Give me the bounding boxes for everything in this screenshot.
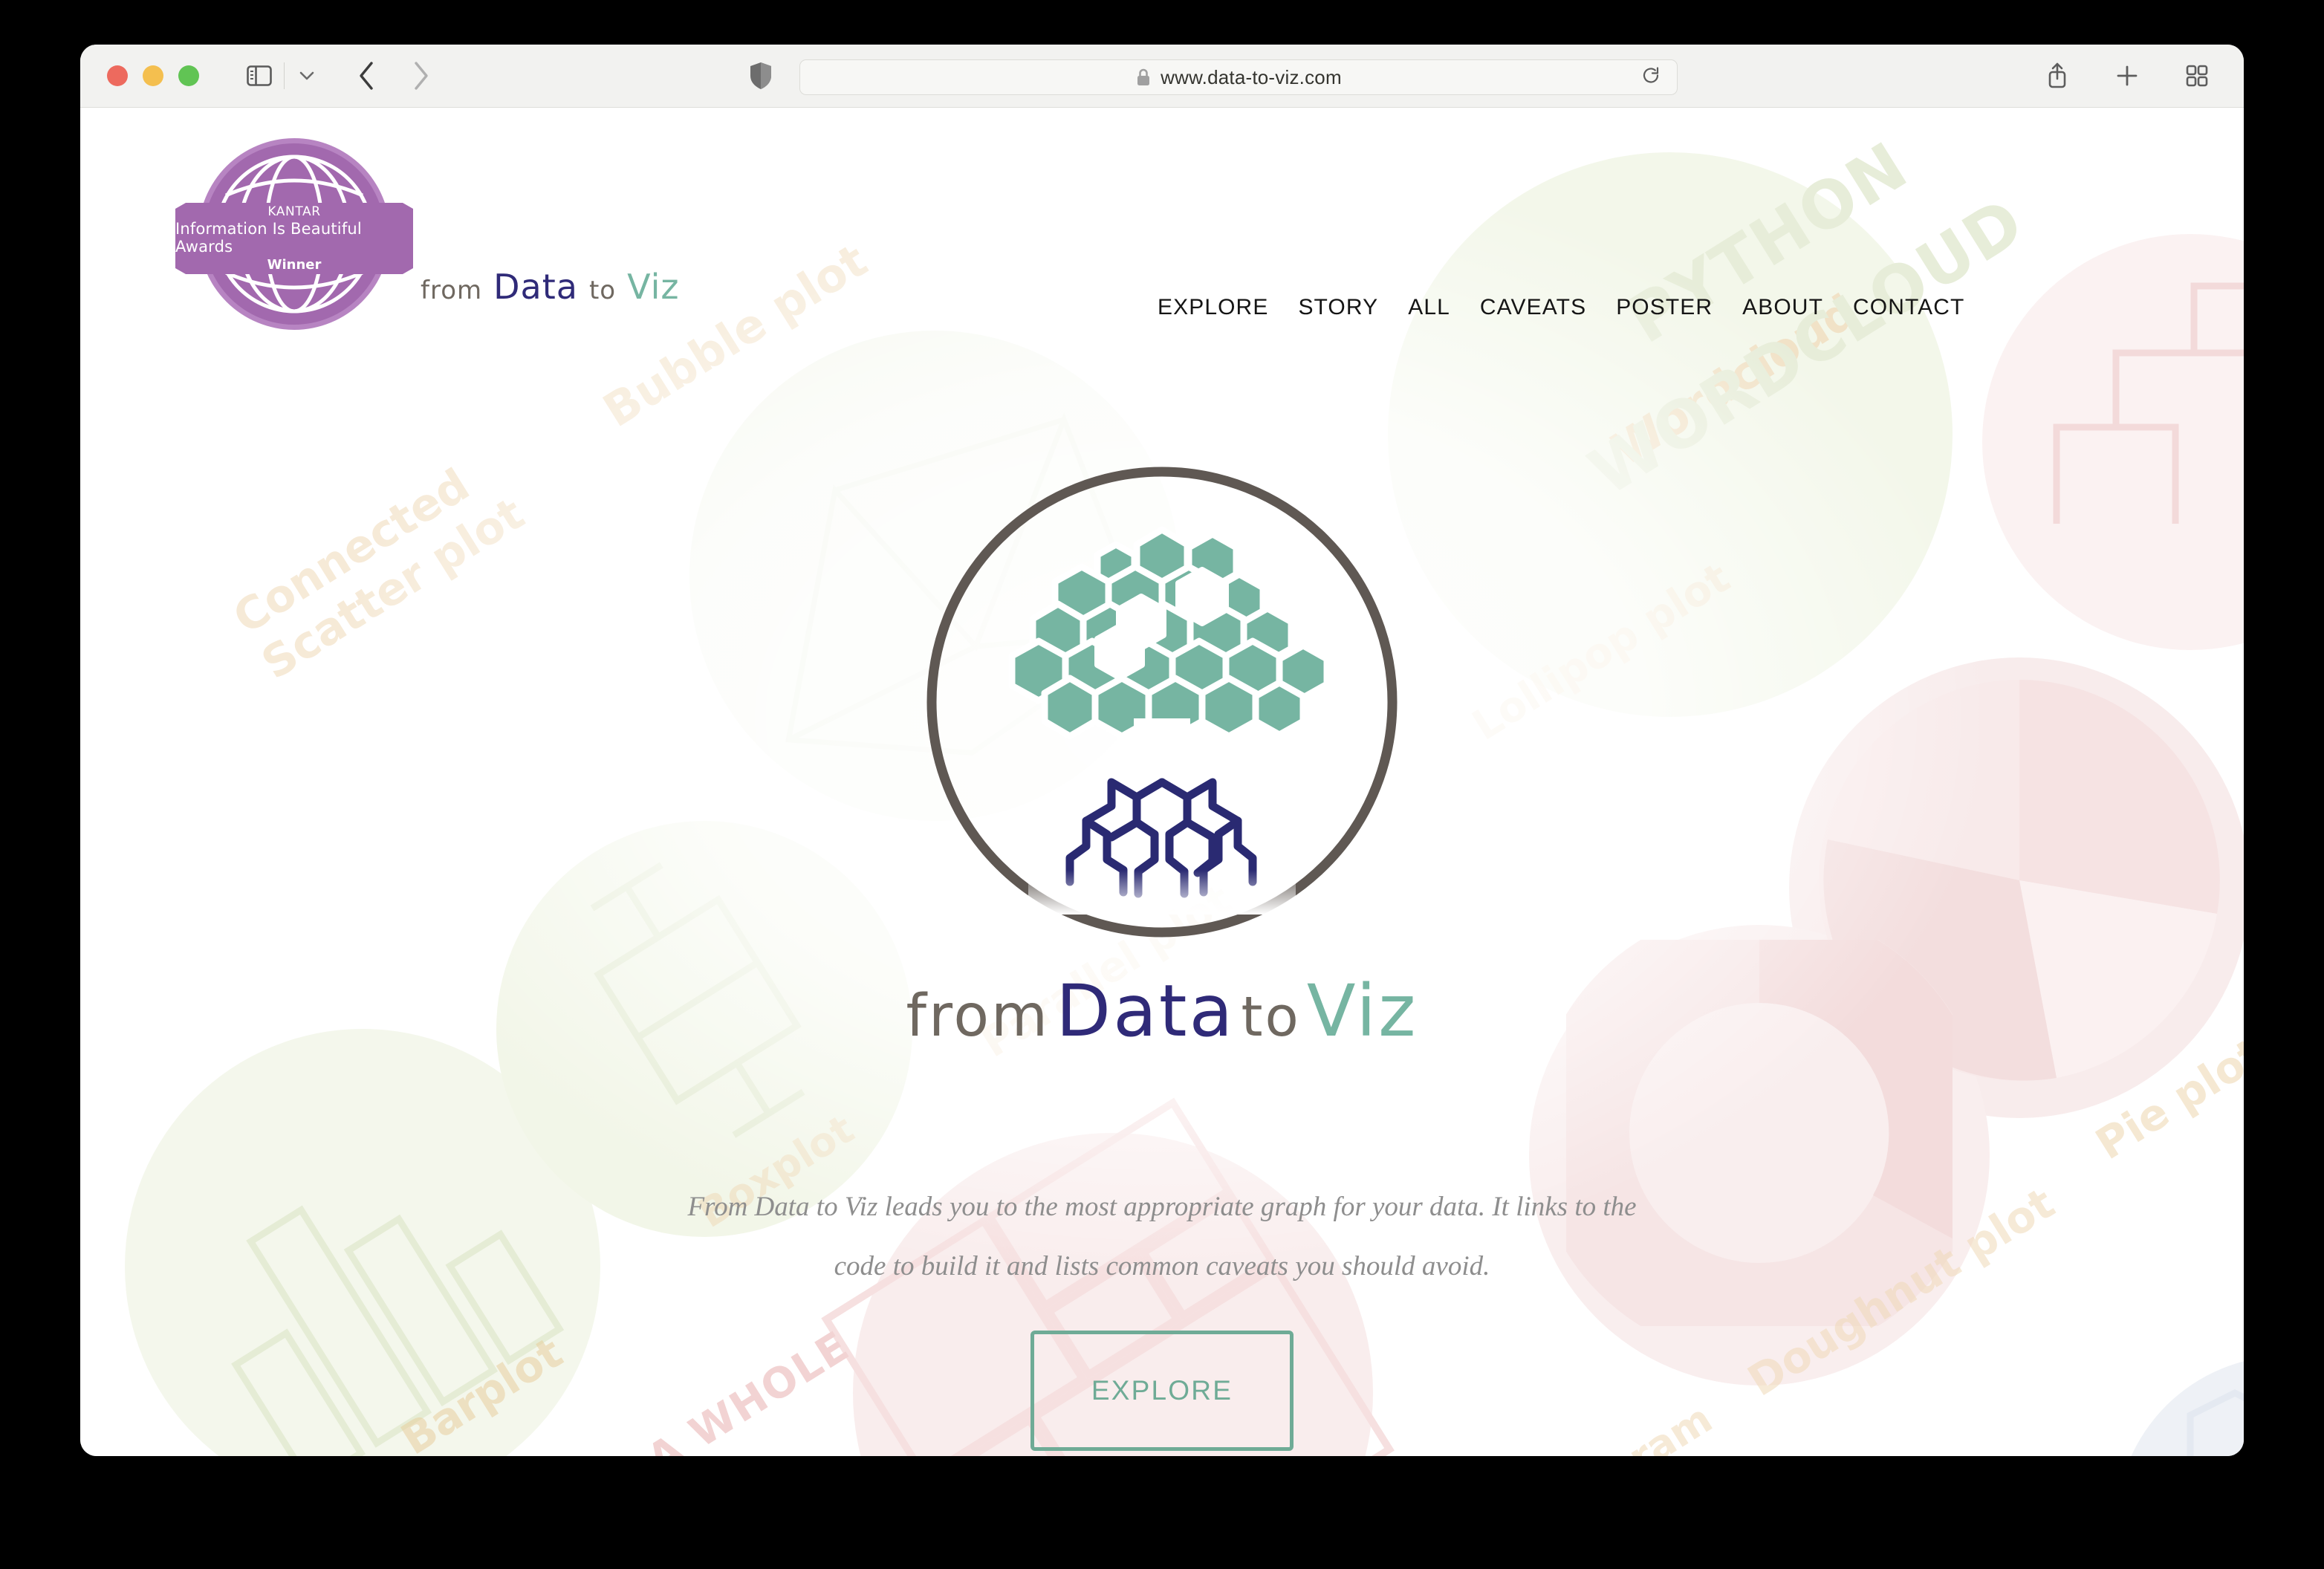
back-arrow-icon <box>360 62 373 90</box>
maximize-window-button[interactable] <box>178 65 199 86</box>
hero-word-to: to <box>1241 985 1301 1049</box>
tagline-line-2: code to build it and lists common caveat… <box>834 1251 1490 1281</box>
share-icon <box>2048 62 2066 88</box>
minimize-window-button[interactable] <box>143 65 163 86</box>
badge-line-3: Winner <box>267 257 322 273</box>
share-button[interactable] <box>2040 59 2074 93</box>
browser-window: www.data-to-viz.com Bubble plot Connecte… <box>80 45 2244 1456</box>
badge-line-2: Information Is Beautiful Awards <box>175 220 362 256</box>
reload-button[interactable] <box>1641 66 1661 89</box>
sidebar-dropdown-button[interactable] <box>292 61 322 91</box>
privacy-shield-icon <box>750 62 771 89</box>
hero-word-viz: Viz <box>1306 969 1418 1053</box>
reload-icon <box>1643 67 1659 83</box>
close-window-button[interactable] <box>107 65 128 86</box>
hero-word-data: Data <box>1056 969 1236 1053</box>
plus-icon <box>2117 65 2138 86</box>
forward-arrow-icon <box>415 62 428 90</box>
address-bar[interactable]: www.data-to-viz.com <box>799 59 1678 95</box>
brand-logo[interactable]: from Data to Viz <box>421 267 680 307</box>
watermark-label: Venn diagram <box>1429 1395 1720 1456</box>
hero-wordmark: from Data to Viz <box>906 969 1418 1053</box>
page-viewport: Bubble plot Connected Scatter plot Wordc… <box>80 108 2244 1456</box>
navigation-arrows <box>350 59 438 93</box>
watermark-label: Pie plot <box>2087 1027 2244 1170</box>
pie-chart-decoration <box>1819 680 2220 1081</box>
badge-line-1: KANTAR <box>267 204 321 219</box>
nav-item-contact[interactable]: CONTACT <box>1838 295 1979 320</box>
blob-green-barplot <box>125 1029 600 1456</box>
sidebar-controls <box>242 61 322 91</box>
hero-tagline: From Data to Viz leads you to the most a… <box>642 1177 1682 1296</box>
brand-word-data: Data <box>493 267 578 307</box>
watermark-label: Doughnut plot <box>1739 1177 2063 1406</box>
nav-item-story[interactable]: STORY <box>1283 295 1393 320</box>
toolbar-divider <box>284 62 285 89</box>
browser-toolbar: www.data-to-viz.com <box>80 45 2244 108</box>
forward-button[interactable] <box>403 59 438 93</box>
main-navigation: EXPLORE STORY ALL CAVEATS POSTER ABOUT C… <box>1143 295 1979 320</box>
privacy-report-button[interactable] <box>749 45 773 107</box>
blob-pink-doughnut <box>1529 925 1990 1386</box>
brand-word-from: from <box>421 276 483 305</box>
lock-icon <box>1137 68 1150 85</box>
nav-item-poster[interactable]: POSTER <box>1601 295 1727 320</box>
brand-block: KANTAR Information Is Beautiful Awards W… <box>175 126 680 348</box>
site-header: KANTAR Information Is Beautiful Awards W… <box>80 108 2244 325</box>
watermark-label: Barplot <box>392 1327 571 1456</box>
toolbar-actions <box>2040 45 2214 107</box>
blob-pink-dendrogram <box>1982 234 2244 650</box>
blob-pink-pie <box>1789 657 2244 1118</box>
watermark-label: Lollipop plot <box>1464 553 1739 750</box>
explore-cta-button[interactable]: EXPLORE <box>1030 1331 1294 1451</box>
dendrogram-outline-icon <box>2053 282 2244 524</box>
window-controls <box>107 65 199 86</box>
award-badge[interactable]: KANTAR Information Is Beautiful Awards W… <box>175 126 413 348</box>
hexbin-outline-icon <box>2187 1388 2244 1456</box>
nav-item-caveats[interactable]: CAVEATS <box>1465 295 1601 320</box>
watermark-label: Connected Scatter plot <box>224 458 533 690</box>
url-text: www.data-to-viz.com <box>1161 65 1342 88</box>
blob-green-boxplot <box>496 821 912 1237</box>
tab-overview-button[interactable] <box>2180 59 2214 93</box>
hero-word-from: from <box>906 983 1051 1050</box>
badge-ribbon: KANTAR Information Is Beautiful Awards W… <box>175 203 413 274</box>
sidebar-icon <box>247 65 272 86</box>
chevron-down-icon <box>299 71 314 80</box>
blob-blue-hex <box>2116 1356 2244 1456</box>
new-tab-button[interactable] <box>2110 59 2144 93</box>
brand-word-to: to <box>588 276 617 305</box>
barplot-outline-icon <box>231 1205 565 1456</box>
sidebar-toggle-button[interactable] <box>242 61 276 91</box>
nav-item-all[interactable]: ALL <box>1393 295 1465 320</box>
tree-logo <box>926 467 1398 938</box>
grid-icon <box>2186 65 2208 87</box>
back-button[interactable] <box>350 59 384 93</box>
nav-item-explore[interactable]: EXPLORE <box>1143 295 1283 320</box>
brand-word-viz: Viz <box>627 267 680 307</box>
tagline-line-1: From Data to Viz leads you to the most a… <box>687 1192 1637 1222</box>
nav-item-about[interactable]: ABOUT <box>1727 295 1838 320</box>
boxplot-outline-icon <box>590 862 805 1138</box>
watermark-caption: PART OF A WHOLE <box>451 1322 858 1456</box>
